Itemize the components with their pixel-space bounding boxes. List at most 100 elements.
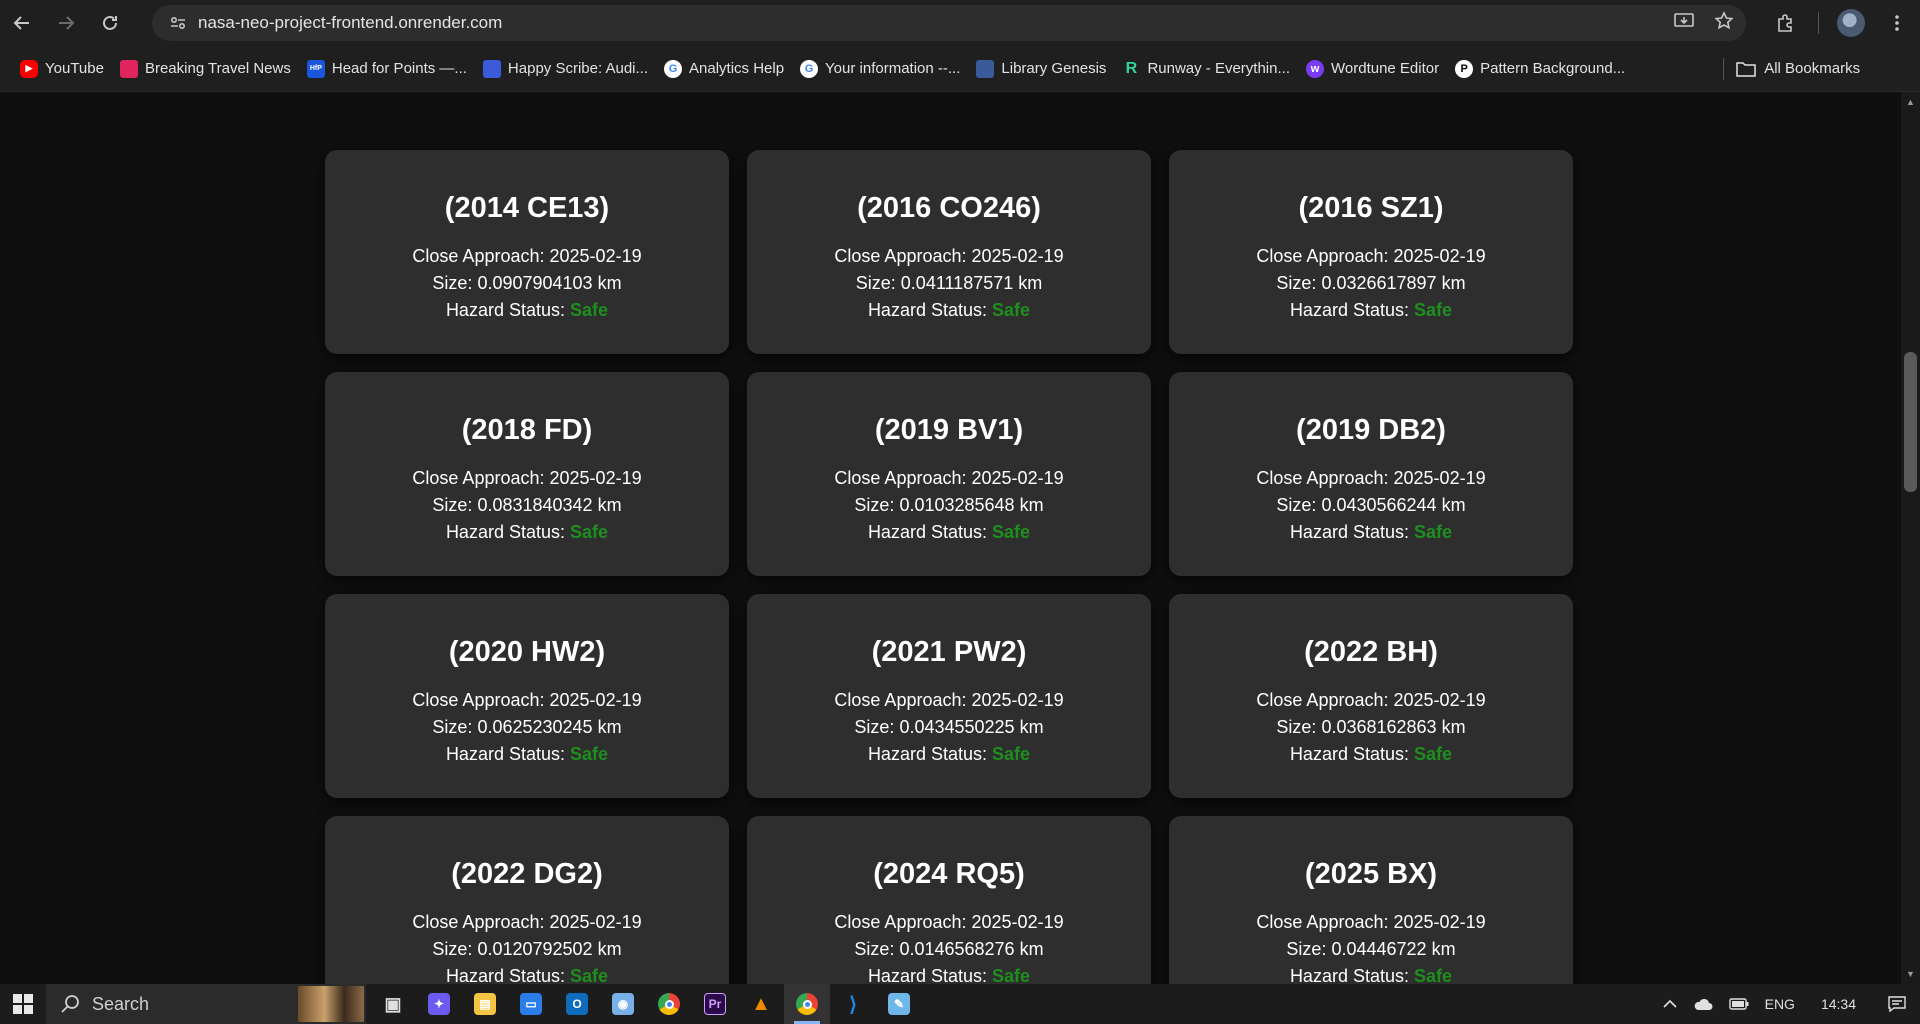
size-label: Size: [855, 273, 896, 293]
vscode-taskbar-button[interactable]: ⟩ [830, 984, 876, 1024]
close-approach-date: 2025-02-19 [549, 468, 642, 488]
site-info-icon[interactable] [158, 14, 198, 32]
bookmark-item[interactable]: Happy Scribe: Audi... [475, 54, 656, 84]
hazard-status-value: Safe [570, 966, 609, 984]
close-approach-line: Close Approach: 2025-02-19 [1169, 687, 1573, 714]
scrollbar-thumb[interactable] [1904, 352, 1917, 492]
neo-card: (2014 CE13) Close Approach: 2025-02-19 Siz… [325, 150, 729, 354]
chevron-up-icon[interactable] [1655, 999, 1685, 1009]
notifications-icon[interactable] [1874, 995, 1920, 1013]
close-approach-label: Close Approach: [834, 468, 967, 488]
bookmarks-separator [1723, 57, 1725, 80]
size-value: 0.0625230245 km [477, 717, 622, 737]
close-approach-label: Close Approach: [412, 912, 545, 932]
close-approach-line: Close Approach: 2025-02-19 [747, 465, 1151, 492]
hazard-label: Hazard Status: [445, 966, 565, 984]
profile-avatar[interactable] [1828, 0, 1874, 46]
onedrive-cloud-icon[interactable] [1685, 997, 1721, 1011]
scroll-down-arrow-icon[interactable]: ▼ [1901, 966, 1920, 982]
task-view-taskbar-button[interactable]: ▣ [370, 984, 416, 1024]
battery-icon[interactable] [1721, 998, 1757, 1010]
google-icon: G [664, 59, 682, 78]
photos-icon: ◉ [612, 993, 634, 1015]
hazard-line: Hazard Status: Safe [325, 297, 729, 324]
vlc-taskbar-button[interactable]: ▲ [738, 984, 784, 1024]
system-tray: ENG 14:34 [1655, 984, 1920, 1024]
language-indicator[interactable]: ENG [1757, 996, 1803, 1012]
size-label: Size: [432, 273, 473, 293]
bookmark-item[interactable]: ▶ YouTube [12, 54, 112, 84]
start-button[interactable] [0, 984, 46, 1024]
hazard-line: Hazard Status: Safe [747, 963, 1151, 984]
vertical-scrollbar[interactable]: ▲ ▼ [1901, 92, 1920, 984]
close-approach-label: Close Approach: [1256, 246, 1389, 266]
file-explorer-taskbar-button[interactable]: ▤ [462, 984, 508, 1024]
close-approach-date: 2025-02-19 [549, 912, 642, 932]
hazard-status-value: Safe [1414, 522, 1453, 542]
library-genesis-icon [976, 59, 995, 78]
task-view-icon: ▣ [384, 993, 402, 1014]
url-text[interactable]: nasa-neo-project-frontend.onrender.com [198, 13, 502, 33]
size-line: Size: 0.0146568276 km [747, 936, 1151, 963]
remote-desktop-icon: ▭ [520, 993, 542, 1015]
neo-name: (2022 DG2) [451, 858, 603, 890]
size-label: Size: [432, 495, 473, 515]
premiere-taskbar-button[interactable]: Pr [692, 984, 738, 1024]
photos-taskbar-button[interactable]: ◉ [600, 984, 646, 1024]
remote-desktop-taskbar-button[interactable]: ▭ [508, 984, 554, 1024]
outlook-taskbar-button[interactable]: O [554, 984, 600, 1024]
page-content: (2014 CE13) Close Approach: 2025-02-19 Siz… [0, 92, 1901, 984]
reload-button[interactable] [88, 0, 132, 46]
bookmark-item[interactable]: P Pattern Background... [1447, 54, 1633, 84]
copilot-taskbar-button[interactable]: ✦ [416, 984, 462, 1024]
size-line: Size: 0.0103285648 km [747, 492, 1151, 519]
bookmark-label: Your information --... [825, 60, 961, 77]
clock[interactable]: 14:34 [1803, 996, 1874, 1012]
notepad-icon: ✎ [888, 993, 910, 1015]
bookmark-item[interactable]: HfP Head for Points —... [299, 54, 475, 84]
bookmark-star-icon[interactable] [1714, 10, 1734, 36]
address-bar[interactable]: nasa-neo-project-frontend.onrender.com [152, 5, 1746, 41]
hazard-label: Hazard Status: [1289, 744, 1409, 764]
hazard-status-value: Safe [992, 744, 1031, 764]
close-approach-line: Close Approach: 2025-02-19 [747, 687, 1151, 714]
bookmark-item[interactable]: Breaking Travel News [112, 54, 299, 84]
all-bookmarks-button[interactable]: All Bookmarks [1736, 60, 1860, 77]
outlook-icon: O [566, 993, 588, 1015]
hazard-status-value: Safe [1414, 744, 1453, 764]
notepad-taskbar-button[interactable]: ✎ [876, 984, 922, 1024]
bookmark-item[interactable]: w Wordtune Editor [1298, 54, 1447, 84]
more-menu-icon[interactable] [1874, 0, 1920, 46]
pattern-icon: P [1455, 59, 1474, 78]
hazard-line: Hazard Status: Safe [1169, 519, 1573, 546]
bookmark-item[interactable]: G Your information --... [792, 54, 968, 84]
chrome-taskbar-button[interactable] [784, 984, 830, 1024]
neo-card: (2016 CO246) Close Approach: 2025-02-19 Si… [747, 150, 1151, 354]
taskbar-search[interactable]: Search [46, 984, 366, 1024]
bookmark-item[interactable]: Library Genesis [968, 54, 1114, 84]
size-value: 0.0430566244 km [1321, 495, 1466, 515]
bookmark-item[interactable]: G Analytics Help [656, 54, 792, 84]
chrome-icon [796, 993, 818, 1015]
copilot-icon: ✦ [428, 993, 450, 1015]
close-approach-date: 2025-02-19 [1393, 246, 1486, 266]
extensions-icon[interactable] [1762, 0, 1808, 46]
close-approach-line: Close Approach: 2025-02-19 [325, 687, 729, 714]
size-value: 0.0907904103 km [477, 273, 622, 293]
close-approach-date: 2025-02-19 [1393, 468, 1486, 488]
close-approach-line: Close Approach: 2025-02-19 [325, 465, 729, 492]
back-button[interactable] [0, 0, 44, 46]
close-approach-date: 2025-02-19 [971, 690, 1064, 710]
scroll-up-arrow-icon[interactable]: ▲ [1901, 94, 1920, 110]
windows-logo-icon [13, 994, 33, 1014]
size-value: 0.0103285648 km [899, 495, 1044, 515]
install-app-icon[interactable] [1674, 12, 1694, 35]
neo-name: (2018 FD) [461, 414, 593, 446]
close-approach-line: Close Approach: 2025-02-19 [325, 243, 729, 270]
forward-button[interactable] [44, 0, 88, 46]
chrome-taskbar-button[interactable] [646, 984, 692, 1024]
size-value: 0.0120792502 km [477, 939, 622, 959]
size-line: Size: 0.0831840342 km [325, 492, 729, 519]
breaking-travel-news-icon [119, 59, 138, 78]
bookmark-item[interactable]: R Runway - Everythin... [1114, 54, 1298, 84]
